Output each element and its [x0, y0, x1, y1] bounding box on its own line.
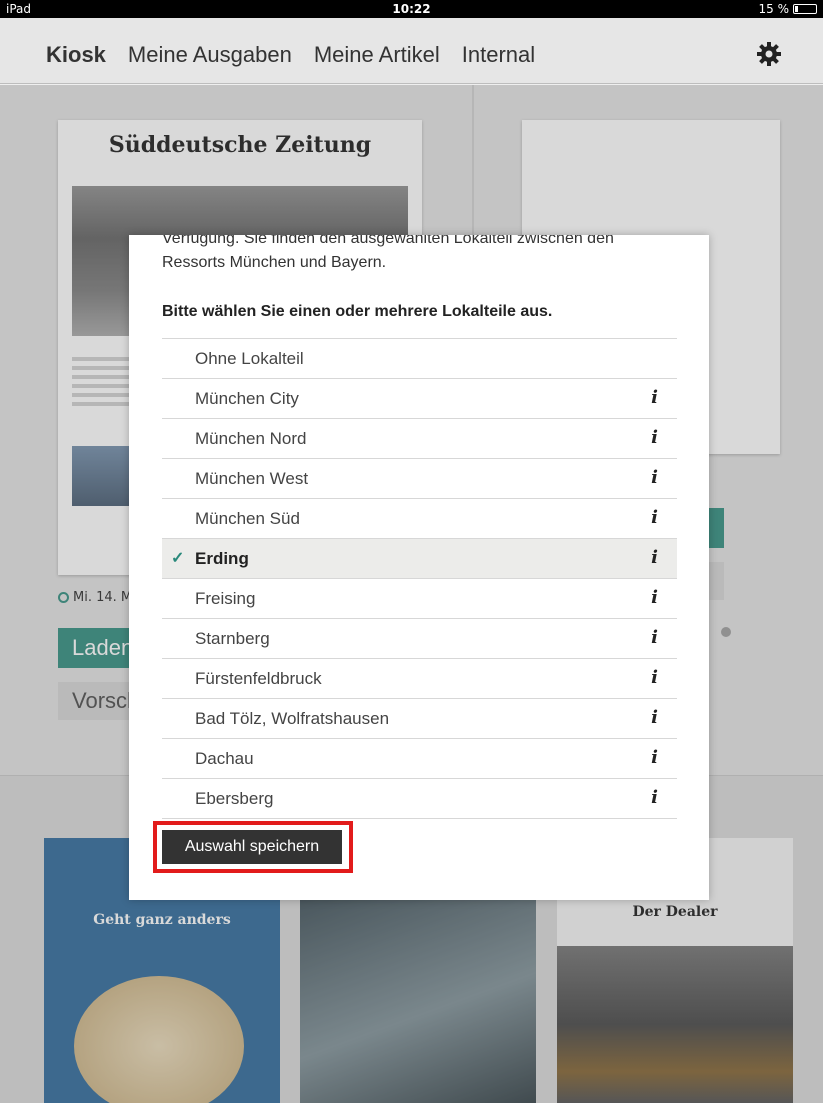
- option-label: Dachau: [195, 749, 254, 768]
- info-icon[interactable]: i: [651, 627, 658, 648]
- option-label: Ohne Lokalteil: [195, 349, 304, 368]
- battery-icon: [793, 4, 817, 14]
- battery-indicator: 15 %: [758, 2, 817, 16]
- option-ohne-lokalteil[interactable]: Ohne Lokalteil: [162, 339, 677, 379]
- info-icon[interactable]: i: [651, 747, 658, 768]
- option-label: München West: [195, 469, 309, 488]
- tab-internal[interactable]: Internal: [462, 42, 535, 68]
- checkmark-icon: ✓: [171, 550, 185, 567]
- tab-meine-artikel[interactable]: Meine Artikel: [314, 42, 440, 68]
- option-label: Freising: [195, 589, 256, 608]
- option-freising[interactable]: Freising i: [162, 579, 677, 619]
- battery-percent: 15 %: [758, 2, 790, 16]
- dialog-intro: Verfügung. Sie finden den ausgewählten L…: [162, 235, 682, 275]
- tab-kiosk[interactable]: Kiosk: [46, 42, 106, 68]
- info-icon[interactable]: i: [651, 467, 658, 488]
- option-ebersberg[interactable]: Ebersberg i: [162, 779, 677, 819]
- option-label: Bad Tölz, Wolfratshausen: [195, 709, 390, 728]
- option-dachau[interactable]: Dachau i: [162, 739, 677, 779]
- dialog-prompt: Bitte wählen Sie einen oder mehrere Loka…: [162, 303, 553, 320]
- option-label: Starnberg: [195, 629, 270, 648]
- option-label: München City: [195, 389, 299, 408]
- status-bar: iPad 10:22 15 %: [0, 0, 823, 18]
- option-label: Erding: [195, 549, 249, 568]
- option-label: München Süd: [195, 509, 300, 528]
- info-icon[interactable]: i: [651, 547, 658, 568]
- info-icon[interactable]: i: [651, 667, 658, 688]
- local-section-dialog: Verfügung. Sie finden den ausgewählten L…: [129, 235, 709, 900]
- intro-line: Verfügung. Sie finden den ausgewählten L…: [162, 235, 614, 247]
- clock: 10:22: [392, 2, 431, 16]
- option-muenchen-west[interactable]: München West i: [162, 459, 677, 499]
- option-label: Fürstenfeldbruck: [195, 669, 322, 688]
- info-icon[interactable]: i: [651, 507, 658, 528]
- intro-line: Ressorts München und Bayern.: [162, 254, 387, 271]
- info-icon[interactable]: i: [651, 427, 658, 448]
- option-fuerstenfeldbruck[interactable]: Fürstenfeldbruck i: [162, 659, 677, 699]
- option-label: München Nord: [195, 429, 307, 448]
- option-muenchen-nord[interactable]: München Nord i: [162, 419, 677, 459]
- option-label: Ebersberg: [195, 789, 274, 808]
- top-navigation: Kiosk Meine Ausgaben Meine Artikel Inter…: [0, 18, 823, 84]
- info-icon[interactable]: i: [651, 587, 658, 608]
- tab-meine-ausgaben[interactable]: Meine Ausgaben: [128, 42, 292, 68]
- save-selection-button[interactable]: Auswahl speichern: [162, 830, 342, 864]
- option-muenchen-city[interactable]: München City i: [162, 379, 677, 419]
- option-muenchen-sued[interactable]: München Süd i: [162, 499, 677, 539]
- option-bad-toelz-wolfratshausen[interactable]: Bad Tölz, Wolfratshausen i: [162, 699, 677, 739]
- local-section-list: Ohne Lokalteil München City i München No…: [162, 338, 677, 819]
- info-icon[interactable]: i: [651, 707, 658, 728]
- info-icon[interactable]: i: [651, 787, 658, 808]
- option-erding[interactable]: ✓ Erding i: [162, 539, 677, 579]
- gear-icon[interactable]: [757, 42, 781, 66]
- info-icon[interactable]: i: [651, 387, 658, 408]
- option-starnberg[interactable]: Starnberg i: [162, 619, 677, 659]
